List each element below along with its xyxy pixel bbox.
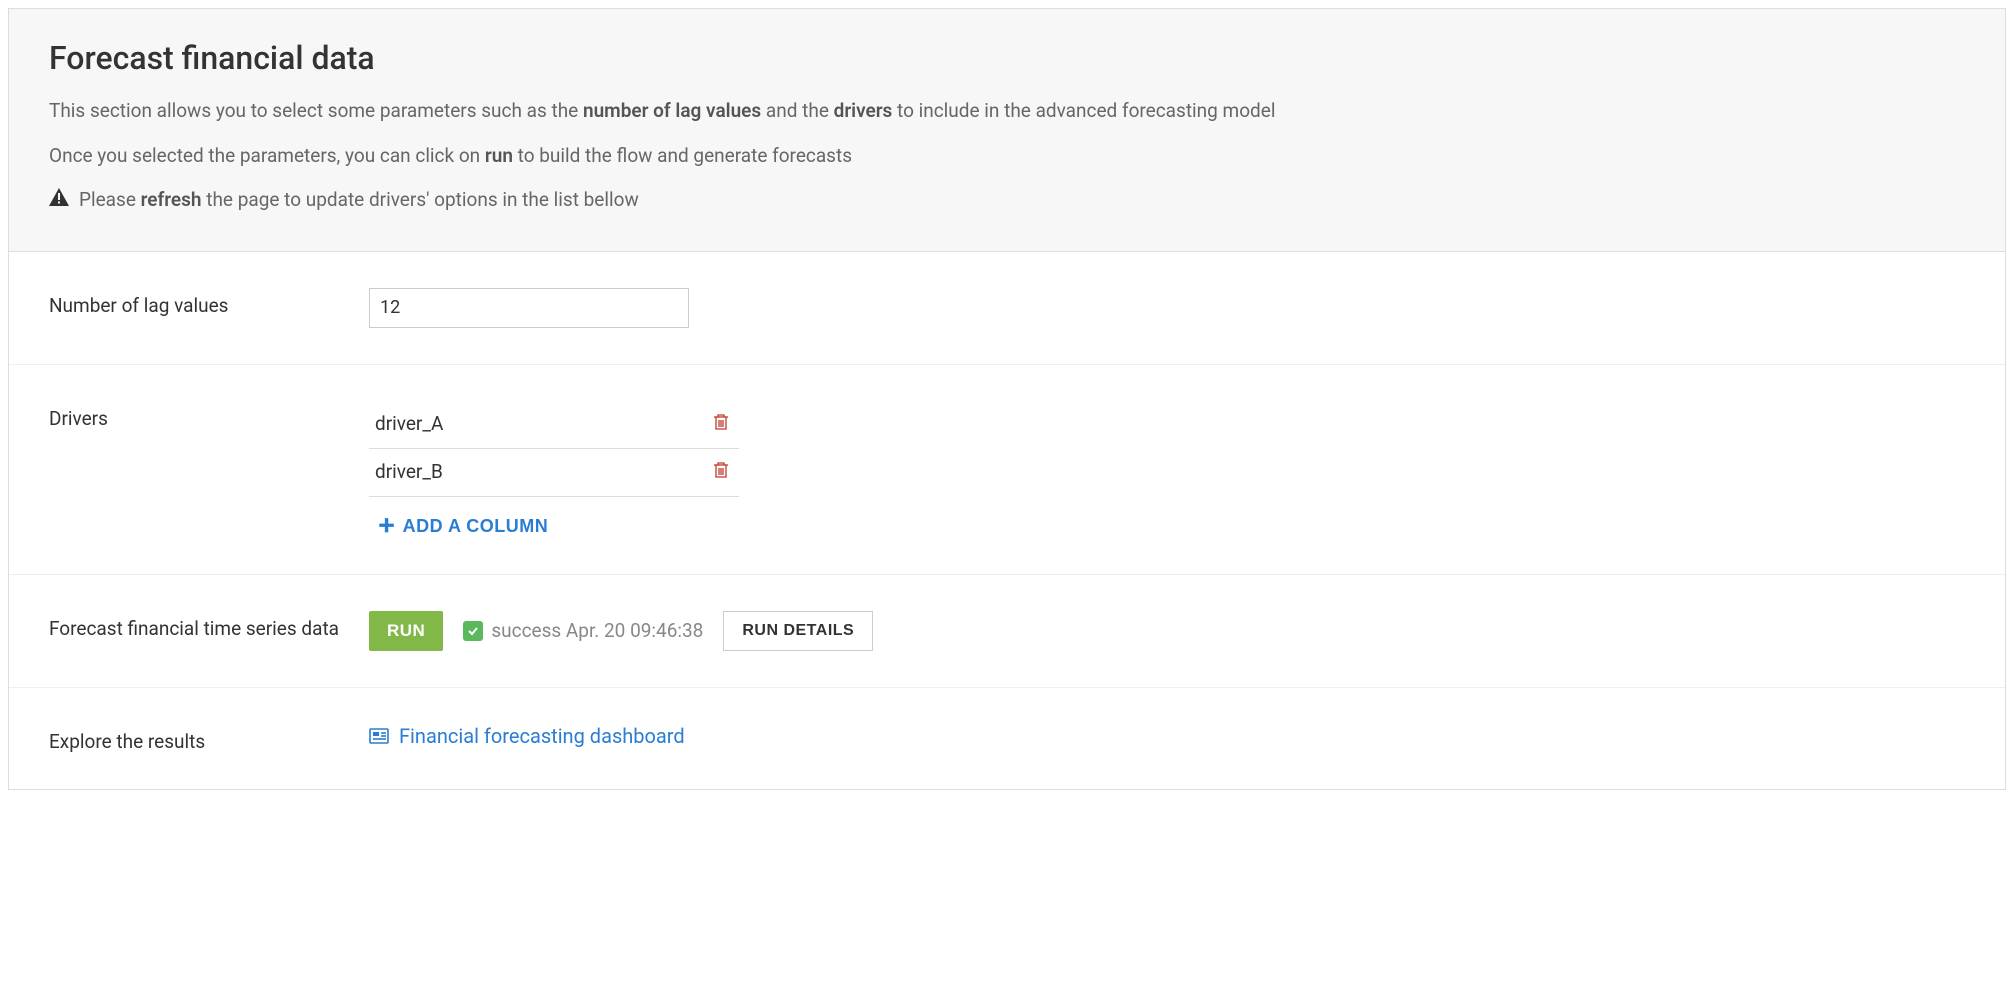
run-button[interactable]: RUN [369, 611, 443, 651]
delete-driver-button[interactable] [709, 411, 733, 436]
desc1-pre: This section allows you to select some p… [49, 99, 583, 122]
dashboard-icon [369, 728, 389, 744]
run-status-text: success Apr. 20 09:46:38 [491, 619, 703, 642]
desc1-mid: and the [761, 99, 833, 122]
dashboard-link[interactable]: Financial forecasting dashboard [369, 724, 685, 748]
warn-b: refresh [141, 188, 202, 211]
explore-row: Explore the results Financial forecastin… [9, 688, 2005, 789]
explore-content: Financial forecasting dashboard [369, 724, 1965, 748]
description-1: This section allows you to select some p… [49, 97, 1965, 126]
driver-item: driver_A [369, 401, 739, 449]
warn-post: the page to update drivers' options in t… [202, 188, 639, 211]
warning-icon [49, 187, 69, 214]
trash-icon [713, 467, 729, 482]
warn-text: Please refresh the page to update driver… [79, 186, 639, 215]
drivers-content: driver_A driver_B [369, 401, 1965, 538]
desc2-post: to build the flow and generate forecasts [513, 144, 852, 167]
driver-name: driver_B [375, 460, 709, 483]
drivers-row: Drivers driver_A driver_B [9, 365, 2005, 575]
plus-icon: ➕︎ [379, 515, 395, 538]
desc1-b1: number of lag values [583, 99, 761, 122]
drivers-label: Drivers [49, 401, 369, 430]
desc1-b2: drivers [834, 99, 893, 122]
desc2-b: run [485, 144, 513, 167]
run-details-button[interactable]: RUN DETAILS [723, 611, 873, 651]
desc2-pre: Once you selected the parameters, you ca… [49, 144, 485, 167]
add-column-button[interactable]: ➕︎ ADD A COLUMN [379, 515, 548, 538]
description-2: Once you selected the parameters, you ca… [49, 142, 1965, 171]
forecast-run-content: RUN success Apr. 20 09:46:38 RUN DETAILS [369, 611, 1965, 651]
page-title: Forecast financial data [49, 39, 1965, 77]
driver-item: driver_B [369, 449, 739, 497]
desc1-post: to include in the advanced forecasting m… [892, 99, 1275, 122]
add-column-label: ADD A COLUMN [403, 516, 549, 537]
driver-name: driver_A [375, 412, 709, 435]
delete-driver-button[interactable] [709, 459, 733, 484]
forecast-card: Forecast financial data This section all… [8, 8, 2006, 790]
warn-pre: Please [79, 188, 141, 211]
dashboard-link-text: Financial forecasting dashboard [399, 724, 685, 748]
trash-icon [713, 419, 729, 434]
forecast-run-row: Forecast financial time series data RUN … [9, 575, 2005, 688]
forecast-run-label: Forecast financial time series data [49, 611, 369, 640]
warning-line: Please refresh the page to update driver… [49, 186, 1965, 215]
lag-values-content [369, 288, 1965, 328]
card-header: Forecast financial data This section all… [9, 9, 2005, 252]
lag-values-label: Number of lag values [49, 288, 369, 317]
explore-label: Explore the results [49, 724, 369, 753]
run-status: success Apr. 20 09:46:38 [463, 619, 703, 642]
lag-values-input[interactable] [369, 288, 689, 328]
lag-values-row: Number of lag values [9, 252, 2005, 365]
success-check-icon [463, 621, 483, 641]
